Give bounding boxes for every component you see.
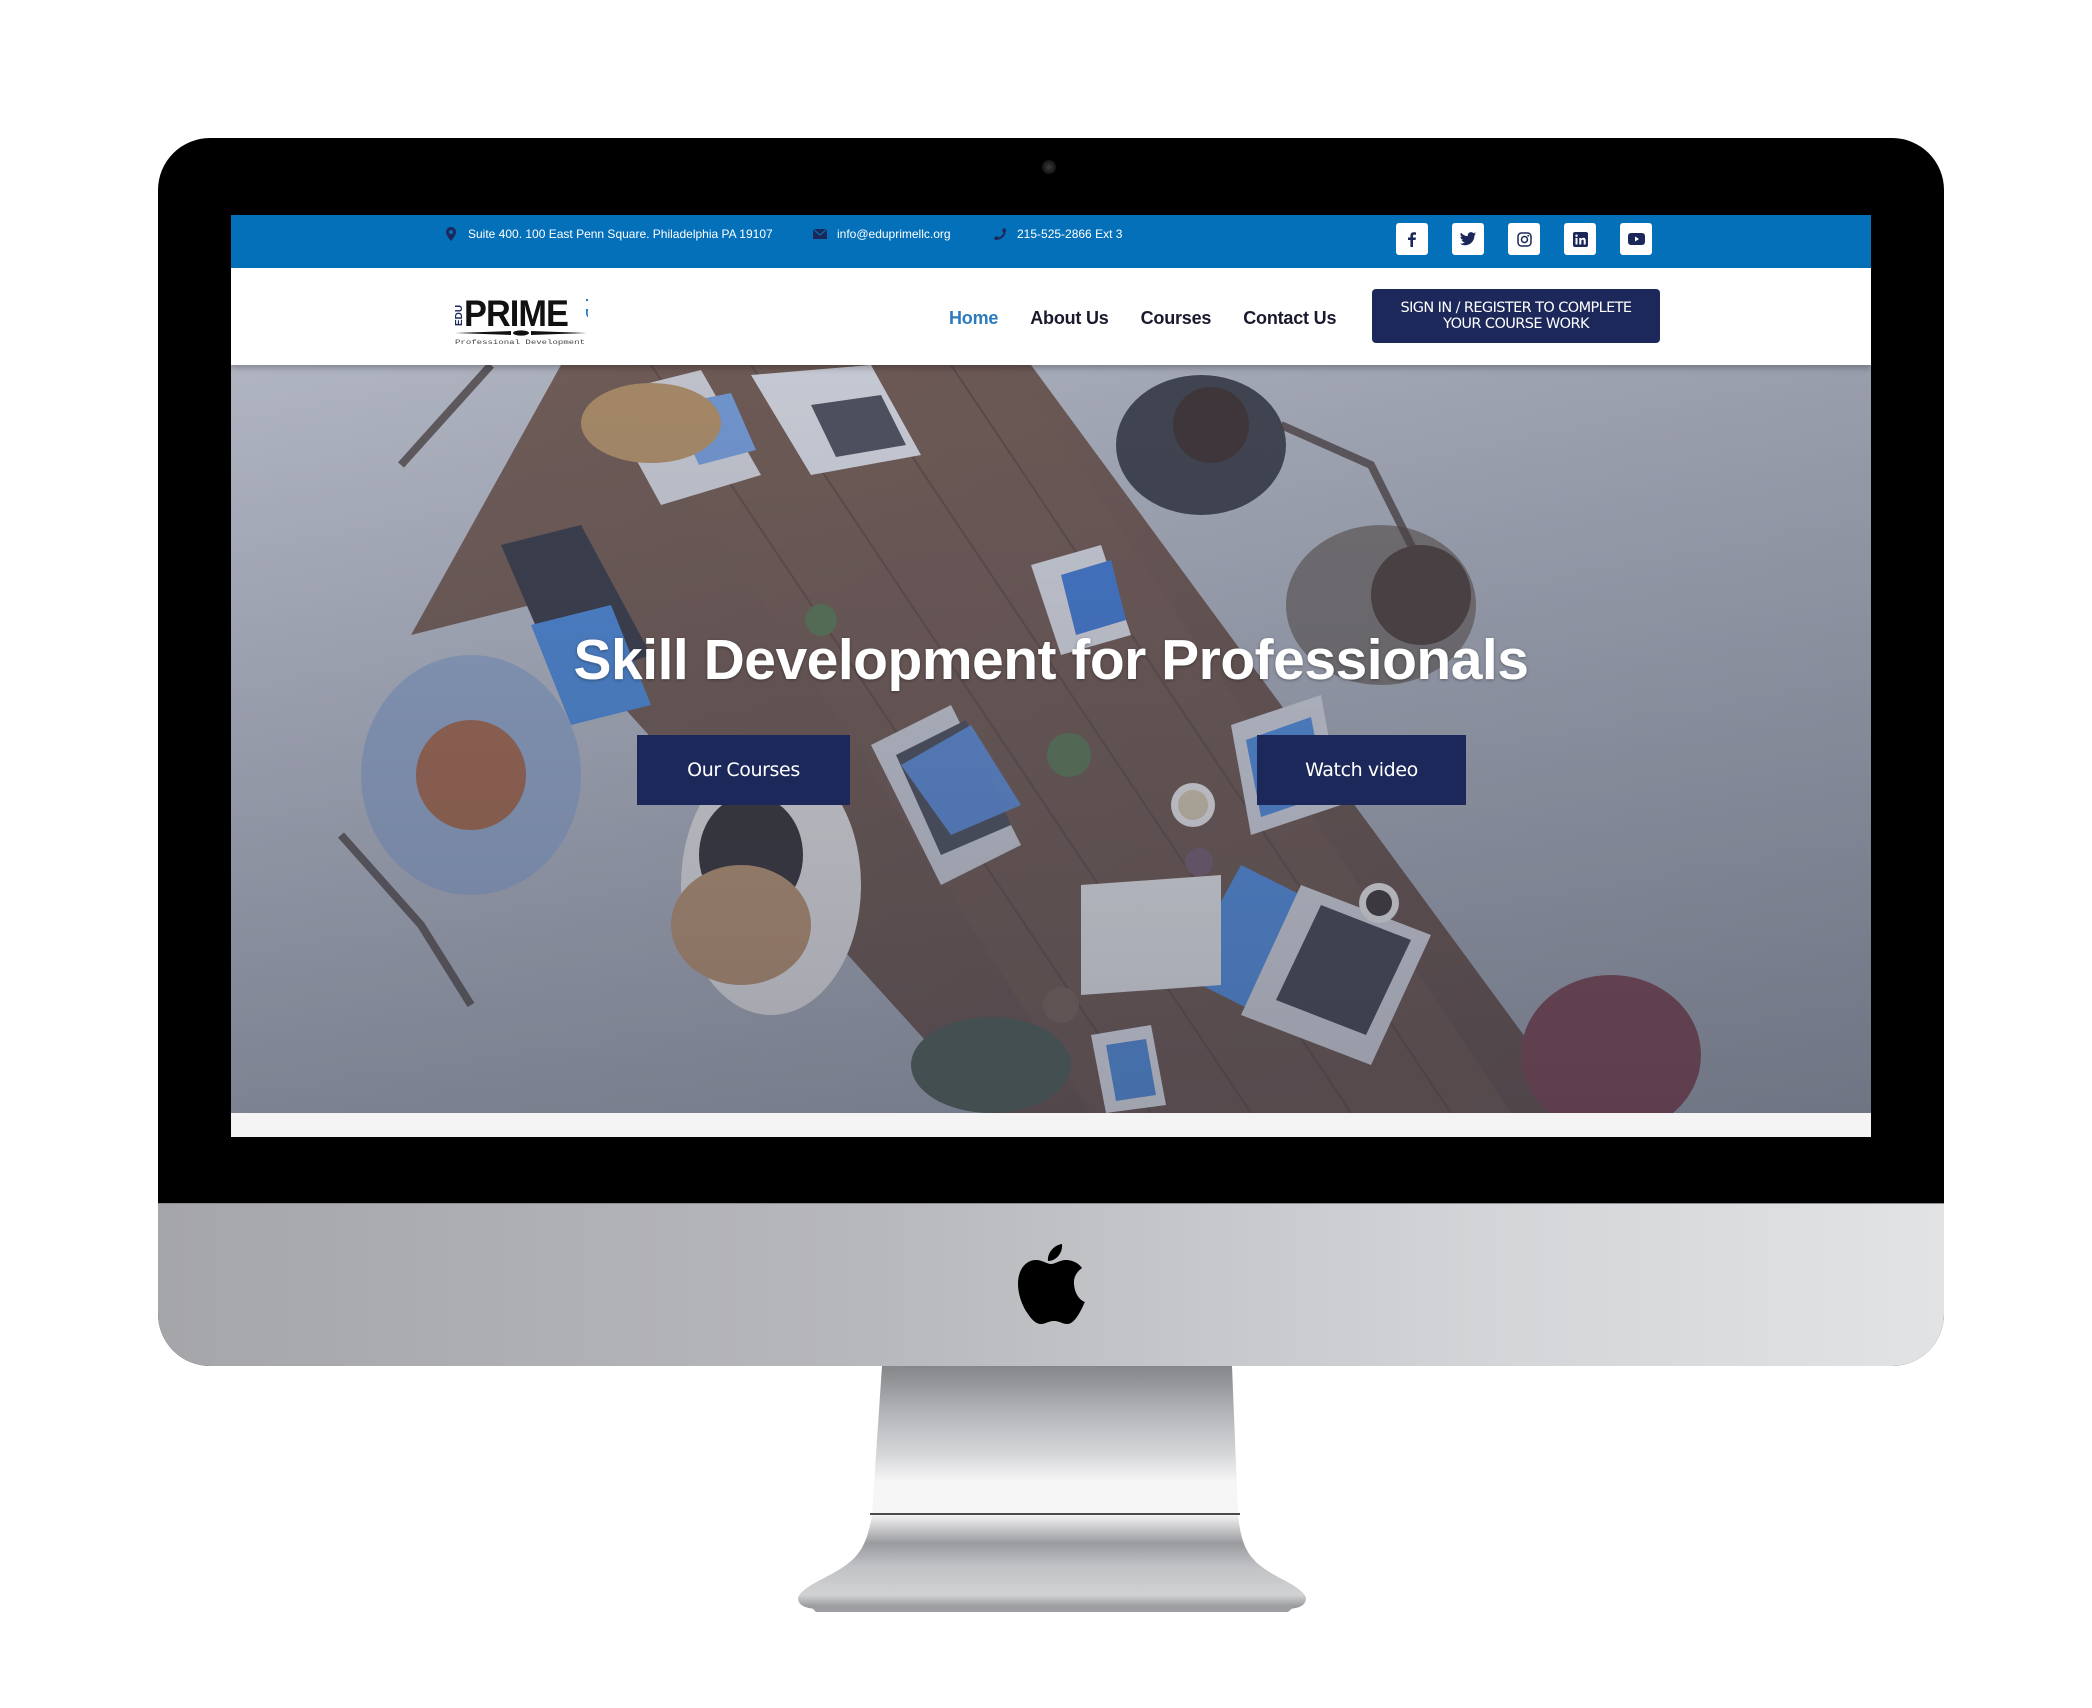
email-info[interactable]: info@eduprimellc.org <box>813 227 951 241</box>
nav-about-us[interactable]: About Us <box>1030 308 1109 329</box>
eduprime-logo[interactable]: EDU PRIME PD Professional Development <box>453 288 588 346</box>
envelope-icon <box>813 227 827 241</box>
hero-background-photo <box>231 365 1871 1113</box>
phone-text[interactable]: 215-525-2866 Ext 3 <box>1017 227 1122 241</box>
apple-logo-icon <box>1018 1244 1085 1324</box>
monitor-stand <box>798 1366 1306 1612</box>
logo-tagline: Professional Development <box>455 339 585 346</box>
hero-section: Skill Development for Professionals Our … <box>231 365 1871 1113</box>
instagram-link[interactable] <box>1508 223 1540 255</box>
our-courses-button[interactable]: Our Courses <box>637 735 850 805</box>
nav-menu: Home About Us Courses Contact Us <box>949 308 1336 329</box>
email-link[interactable]: info@eduprimellc.org <box>837 227 951 241</box>
top-contact-bar: Suite 400. 100 East Penn Square. Philade… <box>231 215 1871 268</box>
twitter-link[interactable] <box>1452 223 1484 255</box>
address-info: Suite 400. 100 East Penn Square. Philade… <box>444 227 773 241</box>
nav-contact-us[interactable]: Contact Us <box>1243 308 1336 329</box>
nav-home[interactable]: Home <box>949 308 998 329</box>
map-marker-icon <box>444 227 458 241</box>
twitter-icon <box>1460 232 1476 246</box>
phone-icon <box>993 227 1007 241</box>
webcam-icon <box>1042 160 1056 174</box>
social-links <box>1396 223 1652 255</box>
linkedin-link[interactable] <box>1564 223 1596 255</box>
watch-video-button[interactable]: Watch video <box>1257 735 1466 805</box>
sign-in-line-2: YOUR COURSE WORK <box>1443 316 1589 332</box>
page-below-fold-strip <box>231 1113 1871 1137</box>
youtube-link[interactable] <box>1620 223 1652 255</box>
instagram-icon <box>1516 231 1532 247</box>
main-navbar: EDU PRIME PD Professional Development Ho… <box>231 268 1871 365</box>
address-text: Suite 400. 100 East Penn Square. Philade… <box>468 227 773 241</box>
facebook-link[interactable] <box>1396 223 1428 255</box>
logo-pd: PD <box>582 298 588 319</box>
facebook-icon <box>1408 232 1416 247</box>
linkedin-icon <box>1572 231 1588 247</box>
youtube-icon <box>1627 233 1645 245</box>
nav-courses[interactable]: Courses <box>1141 308 1212 329</box>
website-screen: Suite 400. 100 East Penn Square. Philade… <box>231 215 1871 1137</box>
phone-info[interactable]: 215-525-2866 Ext 3 <box>993 227 1122 241</box>
sign-in-line-1: SIGN IN / REGISTER TO COMPLETE <box>1400 300 1633 316</box>
sign-in-register-button[interactable]: SIGN IN / REGISTER TO COMPLETE YOUR COUR… <box>1372 289 1660 343</box>
hero-title: Skill Development for Professionals <box>573 628 1529 692</box>
logo-prime: PRIME <box>464 293 568 334</box>
